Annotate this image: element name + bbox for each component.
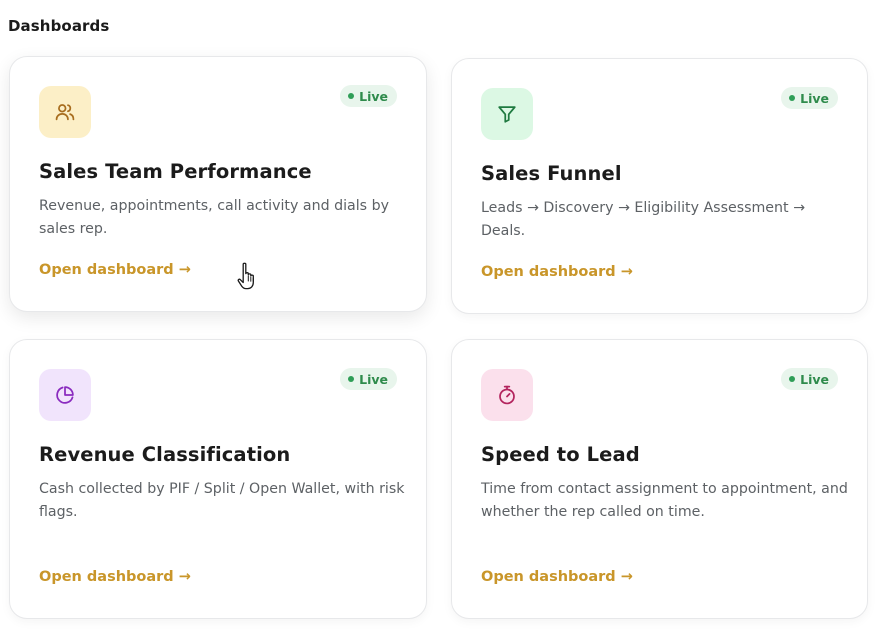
card-description: Leads → Discovery → Eligibility Assessme… [481,200,805,239]
card-title: Revenue Classification [39,443,291,466]
timer-icon [481,369,533,421]
card-title: Sales Funnel [481,162,622,185]
open-dashboard-link[interactable]: Open dashboard → [39,262,191,278]
live-status-badge: Live [781,368,838,390]
card-description: Time from contact assignment to appointm… [481,481,848,520]
live-status-badge: Live [340,368,397,390]
card-description: Revenue, appointments, call activity and… [39,198,389,237]
dashboards-page: Dashboards Live Sales Team Performance R… [0,0,875,635]
open-dashboard-link[interactable]: Open dashboard → [39,569,191,585]
live-badge-label: Live [800,90,829,106]
card-description: Cash collected by PIF / Split / Open Wal… [39,481,405,520]
card-title: Sales Team Performance [39,160,312,183]
dashboard-card-sales-funnel[interactable]: Live Sales Funnel Leads → Discovery → El… [451,58,868,314]
dashboard-card-sales-team-performance[interactable]: Live Sales Team Performance Revenue, app… [9,56,427,312]
section-title: Dashboards [8,17,110,35]
live-badge-label: Live [800,371,829,387]
live-status-badge: Live [781,87,838,109]
open-dashboard-link[interactable]: Open dashboard → [481,264,633,280]
live-badge-label: Live [359,371,388,387]
dashboard-card-revenue-classification[interactable]: Live Revenue Classification Cash collect… [9,339,427,619]
pie-chart-icon [39,369,91,421]
live-dot-icon [789,95,796,101]
funnel-icon [481,88,533,140]
live-dot-icon [789,376,796,382]
live-badge-label: Live [359,88,388,104]
live-dot-icon [348,376,355,382]
users-icon [39,86,91,138]
live-dot-icon [348,93,355,99]
open-dashboard-link[interactable]: Open dashboard → [481,569,633,585]
dashboard-card-speed-to-lead[interactable]: Live Speed to Lead Time from contact ass… [451,339,868,619]
live-status-badge: Live [340,85,397,107]
card-title: Speed to Lead [481,443,640,466]
